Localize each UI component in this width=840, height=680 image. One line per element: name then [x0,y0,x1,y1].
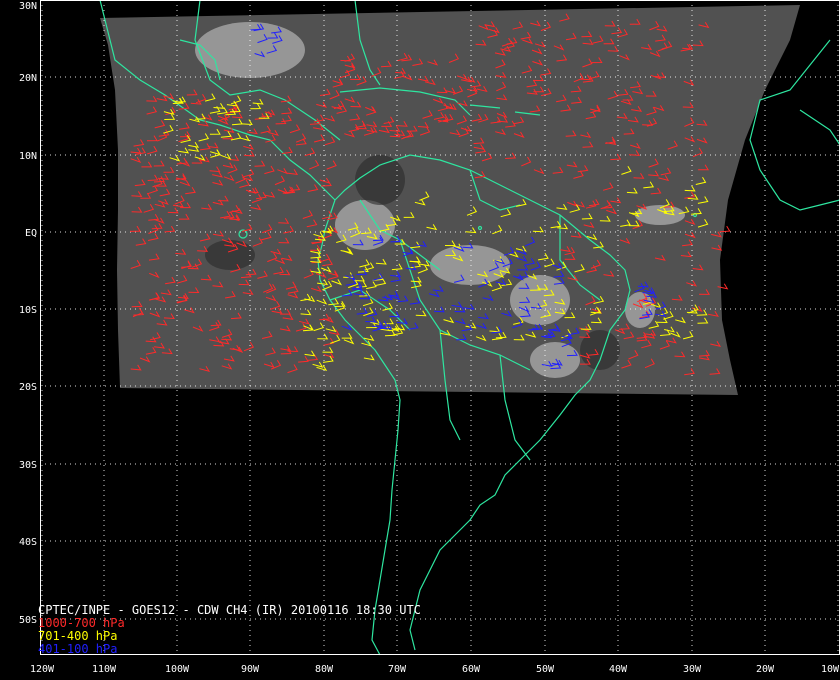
lat-tick-label: 10N [19,151,37,162]
lat-tick-label: 20S [19,382,37,393]
lon-tick-label: 120W [30,664,55,675]
lat-tick-label: 50S [19,615,37,626]
satellite-wind-map: 30N 20N 10N EQ 10S 20S 30S 40S 50S 120W 110W 100W 90… [0,0,840,680]
lon-tick-label: 20W [756,664,775,675]
lat-tick-label: EQ [25,228,37,239]
lon-tick-label: 50W [536,664,555,675]
legend-high-level: 401-100 hPa [38,642,118,656]
lat-tick-label: 30N [19,1,37,12]
lon-tick-label: 60W [462,664,481,675]
lon-tick-label: 100W [165,664,190,675]
lon-tick-label: 40W [609,664,628,675]
lon-tick-label: 90W [241,664,260,675]
map-title: CPTEC/INPE - GOES12 - CDW CH4 (IR) 20100… [38,603,421,617]
lon-tick-label: 80W [315,664,334,675]
lon-tick-label: 30W [683,664,702,675]
lon-tick-label: 70W [388,664,407,675]
lat-tick-label: 10S [19,305,37,316]
lat-tick-label: 20N [19,73,37,84]
legend-mid-level: 701-400 hPa [38,629,118,643]
legend-low-level: 1000-700 hPa [38,616,125,630]
lat-tick-label: 30S [19,460,37,471]
lon-tick-label: 110W [92,664,117,675]
lat-tick-label: 40S [19,537,37,548]
lon-tick-label: 10W [821,664,840,675]
